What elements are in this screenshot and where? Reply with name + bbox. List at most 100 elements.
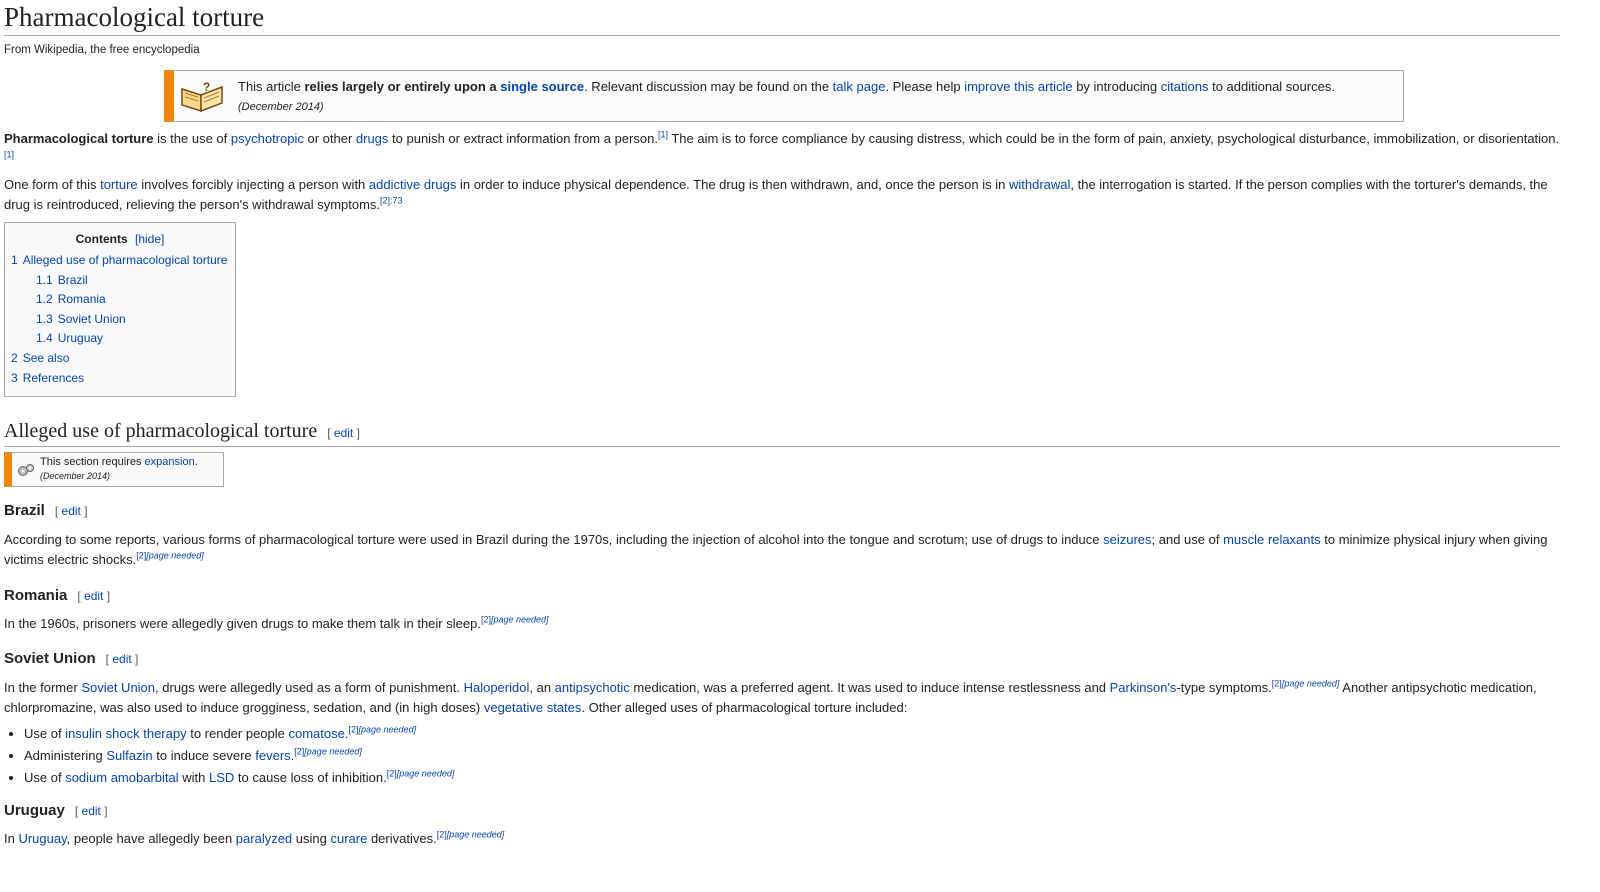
drugs-link[interactable]: drugs [356, 131, 389, 146]
insulin-shock-therapy-link[interactable]: insulin shock therapy [65, 726, 186, 741]
toc-number: 2 [11, 350, 18, 365]
soviet-text-7: . Other alleged uses of pharmacological … [581, 700, 908, 715]
svg-text:?: ? [203, 80, 210, 94]
table-of-contents: Contents [hide] 1 Alleged use of pharmaco… [4, 222, 236, 397]
lsd-link[interactable]: LSD [209, 770, 234, 785]
uruguay-text-4: derivatives. [367, 831, 437, 846]
romania-paragraph: In the 1960s, prisoners were allegedly g… [4, 614, 1560, 634]
article-subject: Pharmacological torture [4, 131, 154, 146]
site-subtitle: From Wikipedia, the free encyclopedia [4, 44, 200, 56]
notice-text-1: This article [238, 79, 305, 94]
reference-link[interactable]: [2] [437, 830, 447, 840]
page-needed-link[interactable]: [page needed] [359, 725, 417, 735]
edit-section-link[interactable]: [ edit ] [55, 504, 88, 518]
edit-link[interactable]: edit [82, 804, 101, 818]
page-needed-link[interactable]: [page needed] [447, 830, 505, 840]
notice-text: This article relies largely or entirely … [230, 71, 1339, 116]
expansion-text-2: . [194, 456, 198, 468]
edit-section-link[interactable]: [ edit ] [327, 426, 360, 440]
uruguay-text-2: , people have allegedly been [66, 831, 236, 846]
reference-link[interactable]: [2] [387, 769, 397, 779]
intro2-text-1: One form of this [4, 177, 101, 192]
parkinsons-link[interactable]: Parkinson's [1110, 680, 1177, 695]
withdrawal-link[interactable]: withdrawal [1009, 177, 1070, 192]
toc-item-romania[interactable]: 1.2 Romania [11, 290, 229, 310]
psychotropic-link[interactable]: psychotropic [231, 131, 304, 146]
single-source-link[interactable]: single source [500, 79, 584, 94]
toc-number: 1.4 [36, 331, 53, 346]
seizures-link[interactable]: seizures [1103, 532, 1151, 547]
toc-label: References [22, 370, 85, 385]
page-needed-link[interactable]: [page needed] [304, 747, 362, 757]
soviet-uses-list: Use of insulin shock therapy to render p… [4, 723, 1564, 789]
toc-hide-toggle[interactable]: [hide] [135, 232, 164, 246]
notice-text-2: . Relevant discussion may be found on th… [584, 79, 833, 94]
edit-link[interactable]: edit [334, 426, 353, 440]
intro2-text-2: involves forcibly injecting a person wit… [137, 177, 369, 192]
toc-label: Romania [57, 292, 106, 307]
addictive-drugs-link[interactable]: addictive drugs [369, 177, 456, 192]
section-heading-uruguay: Uruguay [ edit ] [4, 801, 1564, 821]
toc-item-see-also[interactable]: 2 See also [11, 349, 229, 369]
page-needed-link[interactable]: [page needed] [146, 551, 204, 561]
section-heading-alleged-use: Alleged use of pharmacological torture [ … [4, 417, 1560, 447]
soviet-text-3: , an [529, 680, 555, 695]
notice-text-3: . Please help [885, 79, 965, 94]
citations-link[interactable]: citations [1161, 79, 1209, 94]
article: Pharmacological torture From Wikipedia, … [0, 0, 1564, 849]
expansion-link[interactable]: expansion [145, 456, 195, 468]
muscle-relaxants-link[interactable]: muscle relaxants [1223, 532, 1321, 547]
toc-list: 1 Alleged use of pharmacological torture … [11, 251, 229, 388]
soviet-text-1: In the former [4, 680, 82, 695]
paralyzed-link[interactable]: paralyzed [236, 831, 292, 846]
edit-link[interactable]: edit [112, 652, 131, 666]
reference-link[interactable]: [1] [4, 150, 14, 160]
notice-date: (December 2014) [238, 101, 324, 113]
soviet-union-link[interactable]: Soviet Union [81, 680, 155, 695]
vegetative-states-link[interactable]: vegetative states [484, 700, 582, 715]
edit-section-link[interactable]: [ edit ] [75, 804, 108, 818]
toc-label: Alleged use of pharmacological torture [22, 253, 228, 267]
toc-number: 1.2 [36, 292, 53, 307]
talk-page-link[interactable]: talk page [833, 79, 886, 94]
intro-paragraph-2: One form of this torture involves forcib… [4, 175, 1560, 215]
toc-item-uruguay[interactable]: 1.4 Uruguay [11, 329, 229, 349]
fevers-link[interactable]: fevers [255, 748, 290, 763]
edit-section-link[interactable]: [ edit ] [106, 652, 139, 666]
uruguay-paragraph: In Uruguay, people have allegedly been p… [4, 829, 1560, 849]
toc-item-brazil[interactable]: 1.1 Brazil [11, 271, 229, 291]
uruguay-link[interactable]: Uruguay [18, 831, 66, 846]
comatose-link[interactable]: comatose [289, 726, 345, 741]
page-needed-link[interactable]: [page needed] [397, 769, 455, 779]
page-needed-link[interactable]: [page needed] [1282, 679, 1340, 689]
notice-text-5: to additional sources. [1208, 79, 1335, 94]
improve-article-link[interactable]: improve this article [964, 79, 1072, 94]
sulfazin-link[interactable]: Sulfazin [106, 748, 152, 763]
toc-item-soviet-union[interactable]: 1.3 Soviet Union [11, 310, 229, 330]
toc-label: Soviet Union [57, 311, 126, 326]
toc-number: 1.1 [36, 272, 53, 287]
soviet-paragraph: In the former Soviet Union, drugs were a… [4, 678, 1560, 718]
uruguay-text-1: In [4, 831, 19, 846]
edit-link[interactable]: edit [62, 504, 81, 518]
torture-link[interactable]: torture [100, 177, 138, 192]
reference-link[interactable]: [1] [658, 130, 668, 140]
curare-link[interactable]: curare [330, 831, 367, 846]
haloperidol-link[interactable]: Haloperidol [464, 680, 530, 695]
toc-item-references[interactable]: 3 References [11, 369, 229, 389]
toc-item-alleged-use[interactable]: 1 Alleged use of pharmacological torture [11, 251, 229, 271]
page-needed-link[interactable]: [page needed] [491, 615, 549, 625]
edit-link[interactable]: edit [84, 589, 103, 603]
intro1-text-2: or other [303, 131, 356, 146]
reference-link[interactable]: [2] [294, 747, 304, 757]
reference-link[interactable]: [2] [1272, 679, 1282, 689]
reference-link[interactable]: [2] [349, 725, 359, 735]
edit-section-link[interactable]: [ edit ] [77, 589, 110, 603]
reference-link[interactable]: [2] [481, 615, 491, 625]
antipsychotic-link[interactable]: antipsychotic [555, 680, 630, 695]
reference-link[interactable]: [2] [136, 551, 146, 561]
gears-icon [12, 453, 40, 486]
expansion-text-1: This section requires [40, 456, 145, 468]
reference-link[interactable]: [2]:73 [380, 196, 403, 206]
sodium-amobarbital-link[interactable]: sodium amobarbital [65, 770, 178, 785]
